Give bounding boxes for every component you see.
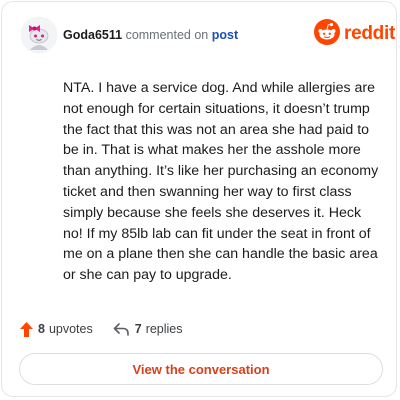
comment-header: Goda6511 commented on post — [63, 28, 238, 42]
replies-stat[interactable]: 7 replies — [113, 322, 183, 336]
post-link[interactable]: post — [212, 28, 238, 42]
reddit-snoo-icon — [314, 18, 340, 50]
upvotes-label: upvotes — [48, 322, 93, 336]
replies-label: replies — [145, 322, 183, 336]
reply-arrow-icon — [113, 322, 129, 336]
action-text: commented on — [125, 28, 209, 42]
upvotes-count: 8 — [38, 322, 45, 336]
view-conversation-button[interactable]: View the conversation — [19, 353, 383, 385]
upvotes-stat[interactable]: 8 upvotes — [20, 321, 93, 337]
user-avatar[interactable] — [20, 16, 58, 54]
comment-body: NTA. I have a service dog. And while all… — [63, 80, 379, 284]
upvote-arrow-icon — [20, 321, 33, 337]
comment-stats: 8 upvotes 7 replies — [20, 320, 183, 338]
comment-card: Goda6511 commented on post reddit NTA. I… — [1, 1, 397, 397]
reddit-logo[interactable]: reddit — [314, 18, 395, 50]
replies-count: 7 — [134, 322, 142, 336]
reddit-wordmark: reddit — [344, 23, 395, 44]
username[interactable]: Goda6511 — [63, 28, 122, 42]
